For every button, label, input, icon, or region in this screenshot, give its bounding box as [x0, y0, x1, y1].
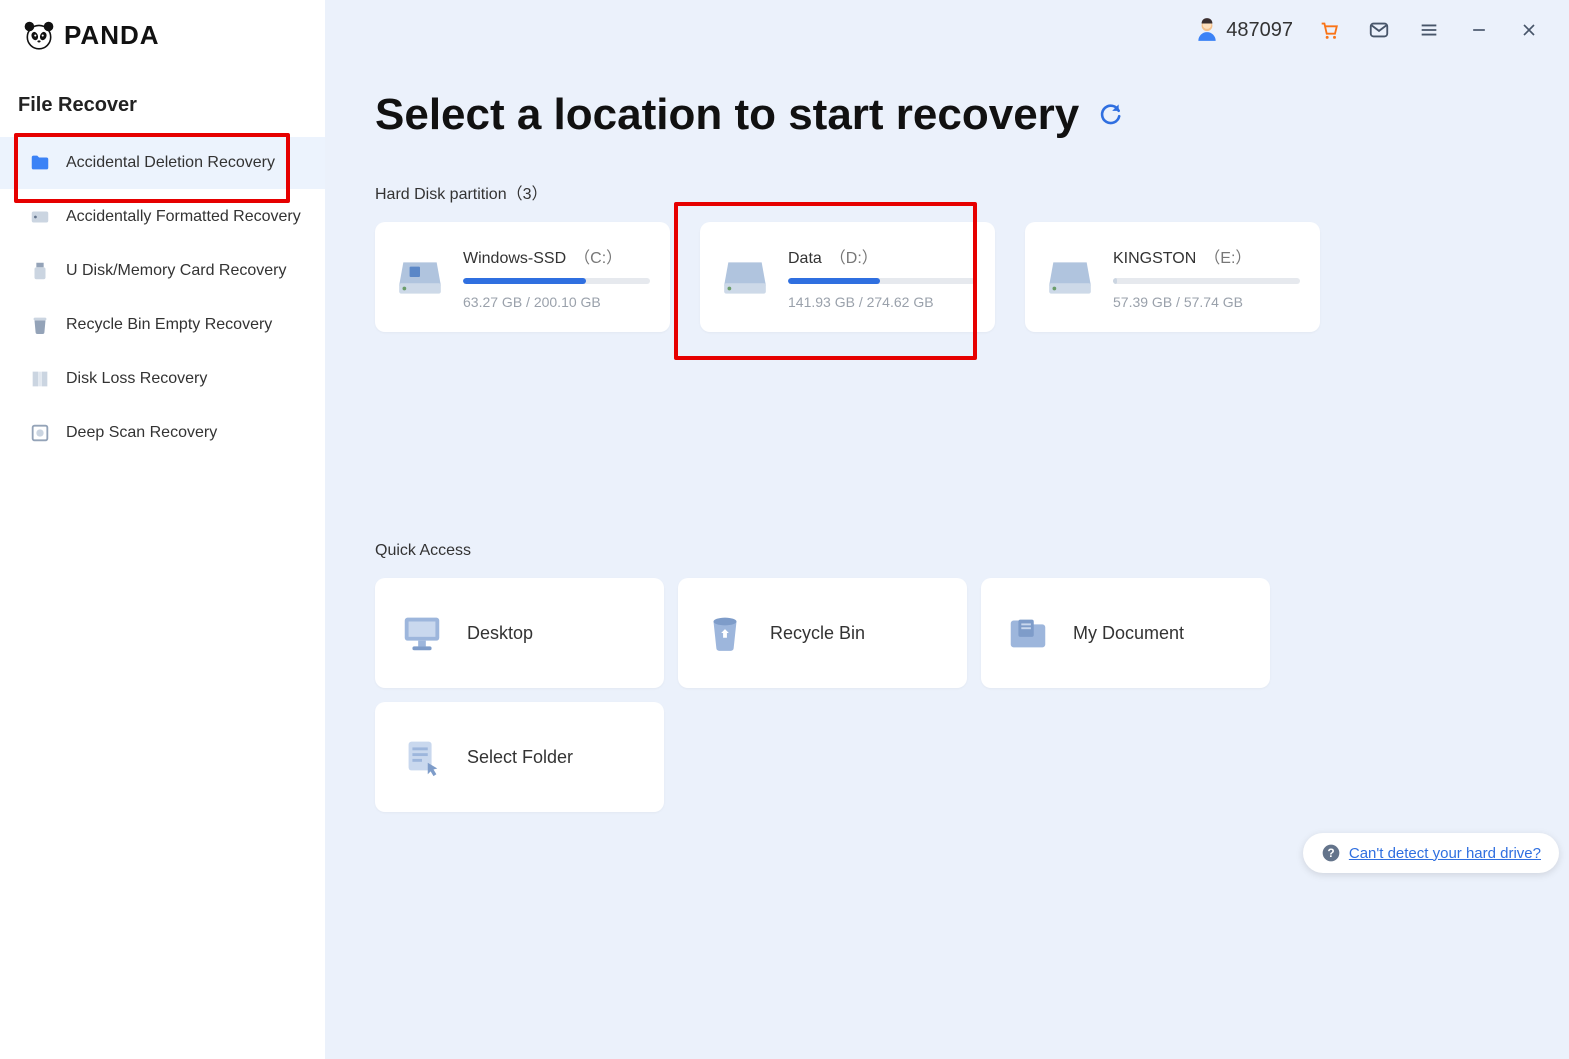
app-logo: PANDA — [0, 18, 325, 52]
disk-card-c[interactable]: Windows-SSD（C:） 63.27 GB / 200.10 GB — [375, 222, 670, 332]
disk-usage-bar — [463, 278, 650, 284]
highlight-sidebar-item — [14, 133, 290, 203]
recyclebin-icon — [702, 610, 748, 656]
sidebar-item-udisk[interactable]: U Disk/Memory Card Recovery — [0, 245, 325, 297]
quick-access-label: Quick Access — [375, 542, 1519, 560]
sidebar-item-label: Accidentally Formatted Recovery — [66, 208, 301, 226]
quick-label: Recycle Bin — [770, 623, 865, 644]
page-title-row: Select a location to start recovery — [375, 90, 1519, 140]
disk-usage-bar — [1113, 278, 1300, 284]
disk-title: Windows-SSD（C:） — [463, 244, 650, 268]
hdd-icon — [395, 252, 445, 302]
disk-size-text: 57.39 GB / 57.74 GB — [1113, 294, 1300, 310]
quick-desktop[interactable]: Desktop — [375, 578, 664, 688]
main-content: Select a location to start recovery Hard… — [325, 0, 1569, 1059]
partition-section-label: Hard Disk partition（3） — [375, 180, 1519, 204]
sidebar-item-label: Disk Loss Recovery — [66, 370, 207, 388]
document-folder-icon — [1005, 610, 1051, 656]
panda-icon — [22, 18, 56, 52]
sidebar-heading: File Recover — [0, 94, 325, 117]
disk-info: KINGSTON（E:） 57.39 GB / 57.74 GB — [1113, 244, 1300, 310]
sidebar-item-label: U Disk/Memory Card Recovery — [66, 262, 286, 280]
svg-text:?: ? — [1327, 847, 1334, 860]
drive-icon — [28, 205, 52, 229]
refresh-button[interactable] — [1097, 100, 1123, 131]
brand-text: PANDA — [64, 20, 160, 51]
quick-access-grid: Desktop Recycle Bin My Document Select F… — [375, 578, 1519, 812]
disk-size-text: 63.27 GB / 200.10 GB — [463, 294, 650, 310]
quick-recyclebin[interactable]: Recycle Bin — [678, 578, 967, 688]
trash-icon — [28, 313, 52, 337]
sidebar-item-deepscan[interactable]: Deep Scan Recovery — [0, 407, 325, 459]
help-pill[interactable]: ? Can't detect your hard drive? — [1303, 833, 1559, 873]
help-icon: ? — [1321, 843, 1341, 863]
scan-icon — [28, 421, 52, 445]
quick-mydocument[interactable]: My Document — [981, 578, 1270, 688]
sidebar-item-diskloss[interactable]: Disk Loss Recovery — [0, 353, 325, 405]
highlight-disk-d — [674, 202, 977, 360]
quick-label: Select Folder — [467, 747, 573, 768]
disk-card-e[interactable]: KINGSTON（E:） 57.39 GB / 57.74 GB — [1025, 222, 1320, 332]
hdd-icon — [1045, 252, 1095, 302]
sidebar-item-recyclebin[interactable]: Recycle Bin Empty Recovery — [0, 299, 325, 351]
refresh-icon — [1097, 100, 1123, 126]
usb-icon — [28, 259, 52, 283]
select-folder-icon — [399, 734, 445, 780]
book-icon — [28, 367, 52, 391]
disk-info: Windows-SSD（C:） 63.27 GB / 200.10 GB — [463, 244, 650, 310]
sidebar-item-label: Recycle Bin Empty Recovery — [66, 316, 272, 334]
sidebar-item-label: Deep Scan Recovery — [66, 424, 217, 442]
quick-selectfolder[interactable]: Select Folder — [375, 702, 664, 812]
quick-label: My Document — [1073, 623, 1184, 644]
disk-card-row: Windows-SSD（C:） 63.27 GB / 200.10 GB Dat… — [375, 222, 1519, 332]
page-title: Select a location to start recovery — [375, 90, 1079, 140]
quick-label: Desktop — [467, 623, 533, 644]
help-link[interactable]: Can't detect your hard drive? — [1349, 845, 1541, 862]
desktop-icon — [399, 610, 445, 656]
disk-title: KINGSTON（E:） — [1113, 244, 1300, 268]
sidebar: PANDA File Recover Accidental Deletion R… — [0, 0, 325, 1059]
